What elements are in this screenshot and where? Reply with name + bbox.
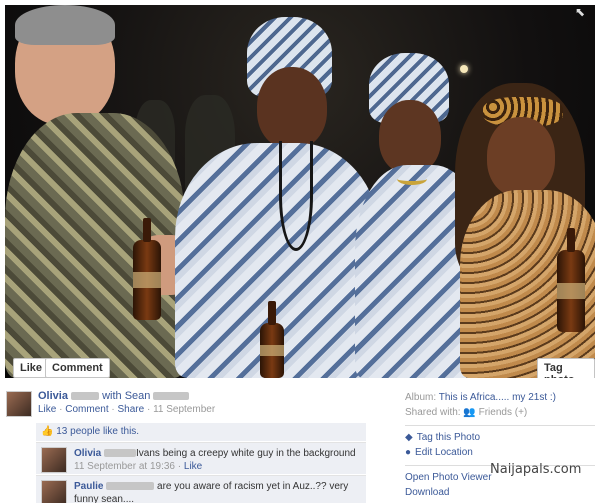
author-avatar[interactable] bbox=[6, 391, 32, 417]
comment-item: Paulie are you aware of racism yet in Au… bbox=[36, 475, 366, 503]
post-header: Olivia with Sean Like · Comment · Share … bbox=[38, 390, 216, 415]
comment-time[interactable]: 11 September at 19:36 bbox=[74, 461, 175, 472]
comment-text: Ivans being a creepy white guy in the ba… bbox=[136, 448, 356, 459]
commenter-name[interactable]: Paulie bbox=[74, 481, 103, 492]
photo-sidebar: Album: This is Africa..... my 21st :) Sh… bbox=[405, 390, 595, 500]
likes-summary[interactable]: 👍 13 people like this. bbox=[36, 423, 366, 441]
tagged-with[interactable]: with Sean bbox=[102, 390, 150, 402]
comment-item: Olivia Ivans being a creepy white guy in… bbox=[36, 442, 366, 474]
post-share-link[interactable]: Share bbox=[118, 404, 145, 415]
person-4 bbox=[455, 5, 595, 378]
edit-location-action[interactable]: ● Edit Location bbox=[405, 445, 595, 460]
redacted-name bbox=[106, 482, 155, 491]
album-label: Album: bbox=[405, 392, 437, 403]
post-author-link[interactable]: Olivia bbox=[38, 390, 68, 402]
tag-icon: ◆ bbox=[405, 432, 413, 443]
download-link[interactable]: Download bbox=[405, 485, 595, 500]
tag-this-photo-action[interactable]: ◆ Tag this Photo bbox=[405, 430, 595, 445]
edit-location-label[interactable]: Edit Location bbox=[415, 447, 473, 458]
beer-bottle bbox=[260, 301, 284, 378]
location-pin-icon: ● bbox=[405, 447, 412, 458]
thumbs-up-icon: 👍 bbox=[41, 426, 54, 437]
post-like-link[interactable]: Like bbox=[38, 404, 56, 415]
photo-viewer[interactable]: ⬉ Like Comment Tag photo bbox=[5, 5, 595, 378]
commenter-avatar[interactable] bbox=[41, 447, 67, 473]
person-2 bbox=[175, 5, 380, 378]
friends-icon: 👥 bbox=[463, 407, 476, 418]
post-date[interactable]: 11 September bbox=[153, 404, 215, 415]
redacted-name bbox=[71, 392, 100, 401]
photo-like-button[interactable]: Like bbox=[13, 358, 50, 378]
commenter-avatar[interactable] bbox=[41, 480, 67, 503]
album-link[interactable]: This is Africa..... my 21st :) bbox=[439, 392, 556, 403]
person-1 bbox=[5, 5, 195, 378]
tag-photo-button[interactable]: Tag photo bbox=[537, 358, 595, 378]
likes-count-text[interactable]: 13 people like this. bbox=[56, 426, 139, 437]
redacted-name bbox=[153, 392, 190, 401]
post-comment-link[interactable]: Comment bbox=[65, 404, 108, 415]
tag-this-photo-label[interactable]: Tag this Photo bbox=[417, 432, 480, 443]
divider bbox=[405, 425, 595, 426]
beer-bottle bbox=[557, 228, 585, 332]
privacy-setting[interactable]: Friends (+) bbox=[479, 407, 528, 418]
site-watermark: Naijapals.com bbox=[490, 462, 582, 477]
shared-with-label: Shared with: bbox=[405, 407, 461, 418]
photo-details: Olivia with Sean Like · Comment · Share … bbox=[0, 384, 600, 503]
beer-bottle bbox=[133, 218, 161, 320]
redacted-name bbox=[104, 449, 137, 458]
commenter-name[interactable]: Olivia bbox=[74, 448, 101, 459]
photo-comment-button[interactable]: Comment bbox=[45, 358, 110, 378]
comment-like-link[interactable]: Like bbox=[184, 461, 202, 472]
